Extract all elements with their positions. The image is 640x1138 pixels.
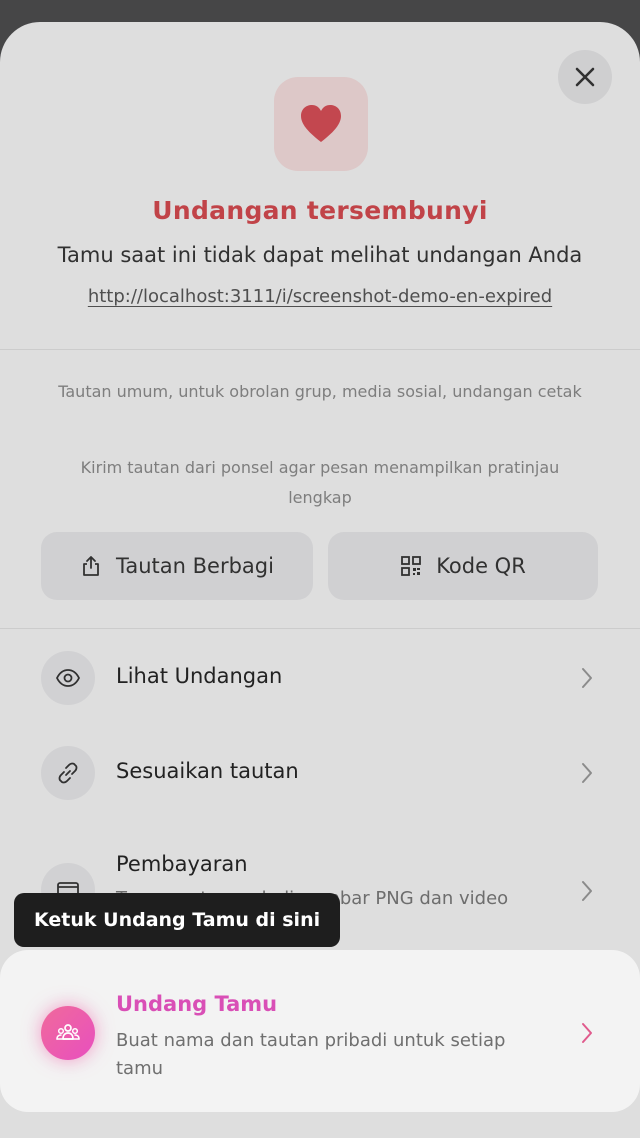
invite-guests-sublabel: Buat nama dan tautan pribadi untuk setia… — [116, 1030, 506, 1079]
invite-icon-circle — [41, 1006, 95, 1060]
coach-tooltip: Ketuk Undang Tamu di sini — [14, 893, 341, 947]
invite-guests-label: Undang Tamu — [116, 992, 278, 1016]
chevron-right-icon — [582, 1023, 592, 1043]
guests-icon — [56, 1024, 80, 1040]
